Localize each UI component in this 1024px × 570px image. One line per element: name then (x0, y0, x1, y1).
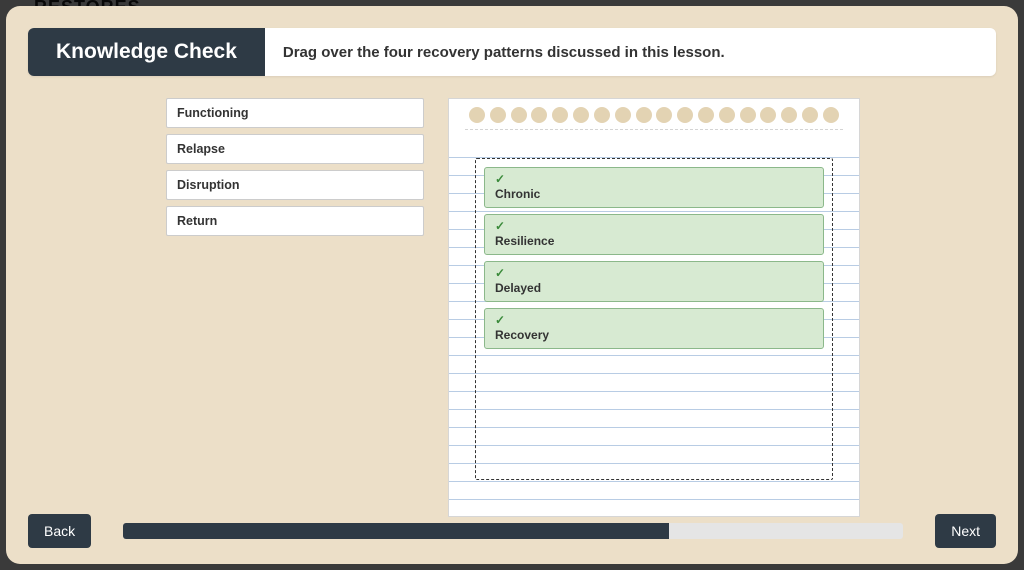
spiral-binding (465, 107, 843, 129)
progress-bar[interactable] (123, 523, 903, 539)
spiral-hole-icon (656, 107, 672, 123)
check-icon: ✓ (495, 266, 813, 280)
spiral-hole-icon (802, 107, 818, 123)
spiral-hole-icon (615, 107, 631, 123)
footer-nav: Back Next (6, 498, 1018, 564)
spiral-hole-icon (511, 107, 527, 123)
dropped-item-label: Delayed (495, 281, 813, 295)
instruction-text: Drag over the four recovery patterns dis… (265, 28, 996, 76)
drop-zone[interactable]: ✓ Chronic ✓ Resilience ✓ Delayed ✓ Recov… (475, 158, 833, 480)
spiral-hole-icon (469, 107, 485, 123)
drag-source-item[interactable]: Return (166, 206, 424, 236)
drag-source-list: Functioning Relapse Disruption Return (166, 98, 424, 517)
check-icon: ✓ (495, 172, 813, 186)
dropped-item-label: Resilience (495, 234, 813, 248)
spiral-hole-icon (677, 107, 693, 123)
notepad: ✓ Chronic ✓ Resilience ✓ Delayed ✓ Recov… (448, 98, 860, 517)
drag-source-item[interactable]: Relapse (166, 134, 424, 164)
spiral-hole-icon (531, 107, 547, 123)
spiral-hole-icon (636, 107, 652, 123)
drag-source-item[interactable]: Functioning (166, 98, 424, 128)
lined-paper-area: ✓ Chronic ✓ Resilience ✓ Delayed ✓ Recov… (449, 140, 859, 500)
dropped-item[interactable]: ✓ Chronic (484, 167, 824, 208)
progress-fill (123, 523, 669, 539)
back-button[interactable]: Back (28, 514, 91, 548)
dropped-item[interactable]: ✓ Recovery (484, 308, 824, 349)
content-area: Functioning Relapse Disruption Return (6, 76, 1018, 517)
check-icon: ✓ (495, 219, 813, 233)
next-button[interactable]: Next (935, 514, 996, 548)
check-icon: ✓ (495, 313, 813, 327)
spiral-hole-icon (594, 107, 610, 123)
spiral-hole-icon (573, 107, 589, 123)
spiral-hole-icon (781, 107, 797, 123)
lesson-stage: Knowledge Check Drag over the four recov… (6, 6, 1018, 564)
perforation-line (465, 129, 843, 130)
spiral-hole-icon (760, 107, 776, 123)
spiral-hole-icon (823, 107, 839, 123)
spiral-hole-icon (490, 107, 506, 123)
dropped-item-label: Chronic (495, 187, 813, 201)
spiral-hole-icon (740, 107, 756, 123)
drag-source-item[interactable]: Disruption (166, 170, 424, 200)
dropped-item[interactable]: ✓ Resilience (484, 214, 824, 255)
spiral-hole-icon (719, 107, 735, 123)
spiral-hole-icon (698, 107, 714, 123)
header-bar: Knowledge Check Drag over the four recov… (28, 28, 996, 76)
page-title: Knowledge Check (28, 28, 265, 76)
spiral-hole-icon (552, 107, 568, 123)
dropped-item[interactable]: ✓ Delayed (484, 261, 824, 302)
dropped-item-label: Recovery (495, 328, 813, 342)
